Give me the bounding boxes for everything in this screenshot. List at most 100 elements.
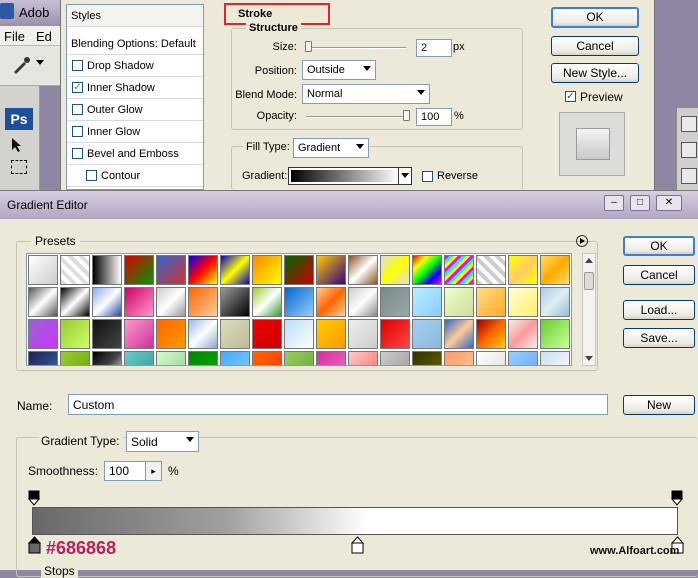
preset-swatch[interactable] (444, 351, 474, 365)
preset-swatch[interactable] (476, 319, 506, 349)
preset-swatch[interactable] (188, 287, 218, 317)
move-tool-icon[interactable] (9, 136, 29, 154)
preset-swatch[interactable] (540, 351, 570, 365)
size-slider-thumb[interactable] (305, 41, 312, 52)
preview-checkbox[interactable]: ✓ (565, 91, 576, 102)
preset-swatch[interactable] (188, 255, 218, 285)
blend-mode-select[interactable]: Normal (302, 84, 430, 104)
preset-swatch[interactable] (348, 351, 378, 365)
contour-checkbox[interactable] (86, 170, 97, 181)
panel-icon-3[interactable] (681, 168, 697, 184)
contour-item[interactable]: Contour (67, 165, 203, 187)
preset-swatch[interactable] (412, 287, 442, 317)
preset-swatch[interactable] (124, 287, 154, 317)
preset-swatch[interactable] (124, 319, 154, 349)
minimize-icon[interactable]: – (604, 195, 624, 211)
preset-swatch[interactable] (92, 319, 122, 349)
preset-swatch[interactable] (316, 319, 346, 349)
new-style-button[interactable]: New Style... (551, 63, 639, 83)
preset-swatch[interactable] (284, 255, 314, 285)
tool-preset-arrow-icon[interactable] (36, 60, 44, 65)
preset-swatch[interactable] (124, 255, 154, 285)
opacity-stop-left-icon[interactable] (28, 490, 40, 506)
outer-glow-item[interactable]: Outer Glow (67, 99, 203, 121)
smoothness-stepper-icon[interactable]: ▸ (145, 461, 162, 481)
preset-swatch[interactable] (316, 287, 346, 317)
preset-swatch[interactable] (284, 351, 314, 365)
preset-swatch[interactable] (188, 319, 218, 349)
ge-ok-button[interactable]: OK (623, 236, 695, 256)
preset-swatch[interactable] (444, 255, 474, 285)
inner-shadow-checkbox[interactable]: ✓ (72, 82, 83, 93)
preset-swatch[interactable] (28, 319, 58, 349)
drop-shadow-checkbox[interactable] (72, 60, 83, 71)
presets-scrollbar[interactable] (582, 253, 596, 366)
preset-swatch[interactable] (220, 319, 250, 349)
preset-swatch[interactable] (252, 287, 282, 317)
preset-swatch[interactable] (60, 287, 90, 317)
preset-swatch[interactable] (412, 351, 442, 365)
preset-swatch[interactable] (220, 287, 250, 317)
size-field[interactable]: 2 (416, 39, 452, 57)
preset-swatch[interactable] (508, 351, 538, 365)
gradient-type-select[interactable]: Solid (126, 431, 199, 452)
inner-glow-checkbox[interactable] (72, 126, 83, 137)
preset-swatch[interactable] (508, 287, 538, 317)
preset-swatch[interactable] (508, 255, 538, 285)
reverse-checkbox[interactable] (422, 171, 433, 182)
opacity-stop-right-icon[interactable] (671, 490, 683, 506)
smoothness-field[interactable]: 100 (104, 461, 146, 481)
preset-swatch[interactable] (252, 351, 282, 365)
preset-swatch[interactable] (348, 255, 378, 285)
preset-swatch[interactable] (220, 255, 250, 285)
opacity-slider-track[interactable] (306, 116, 406, 118)
preset-swatch[interactable] (540, 255, 570, 285)
drop-shadow-item[interactable]: Drop Shadow (67, 55, 203, 77)
preset-swatch[interactable] (28, 287, 58, 317)
preset-swatch[interactable] (444, 287, 474, 317)
preset-swatch[interactable] (508, 319, 538, 349)
marquee-tool-icon[interactable] (11, 160, 27, 174)
scroll-down-icon[interactable] (585, 356, 593, 361)
preset-swatch[interactable] (156, 319, 186, 349)
preset-swatch[interactable] (412, 255, 442, 285)
ge-cancel-button[interactable]: Cancel (623, 265, 695, 285)
preset-swatch[interactable] (60, 351, 90, 365)
preset-swatch[interactable] (540, 319, 570, 349)
preset-swatch[interactable] (252, 319, 282, 349)
preset-swatch[interactable] (284, 319, 314, 349)
ok-button[interactable]: OK (551, 7, 639, 28)
panel-icon-1[interactable] (681, 116, 697, 132)
preset-swatch[interactable] (316, 351, 346, 365)
styles-list-header[interactable]: Styles (67, 5, 203, 27)
color-stop-left-icon[interactable] (28, 536, 41, 554)
maximize-icon[interactable]: □ (630, 195, 650, 211)
opacity-slider-thumb[interactable] (403, 110, 410, 121)
menu-edit[interactable]: Ed (36, 29, 52, 44)
preset-swatch[interactable] (380, 287, 410, 317)
preset-swatch[interactable] (476, 287, 506, 317)
blending-options-item[interactable]: Blending Options: Default (67, 33, 203, 55)
preset-swatch[interactable] (188, 351, 218, 365)
opacity-field[interactable]: 100 (416, 108, 452, 126)
preset-swatch[interactable] (380, 319, 410, 349)
ge-new-button[interactable]: New (623, 395, 695, 415)
close-icon[interactable]: ✕ (656, 195, 682, 211)
size-slider-track[interactable] (306, 47, 406, 49)
preset-swatch[interactable] (220, 351, 250, 365)
name-input[interactable]: Custom (68, 394, 608, 415)
ge-save-button[interactable]: Save... (623, 328, 695, 348)
preset-swatch[interactable] (316, 255, 346, 285)
preset-swatch[interactable] (348, 319, 378, 349)
gradient-picker[interactable] (288, 167, 412, 185)
cancel-button[interactable]: Cancel (551, 36, 639, 56)
scroll-up-icon[interactable] (585, 258, 593, 263)
preset-swatch[interactable] (156, 351, 186, 365)
preset-swatch[interactable] (92, 351, 122, 365)
presets-menu-icon[interactable] (576, 235, 588, 247)
eyedropper-icon[interactable] (10, 54, 32, 76)
preset-swatch[interactable] (540, 287, 570, 317)
gradient-bar[interactable] (32, 507, 678, 535)
bevel-emboss-item[interactable]: Bevel and Emboss (67, 143, 203, 165)
preset-swatch[interactable] (412, 319, 442, 349)
